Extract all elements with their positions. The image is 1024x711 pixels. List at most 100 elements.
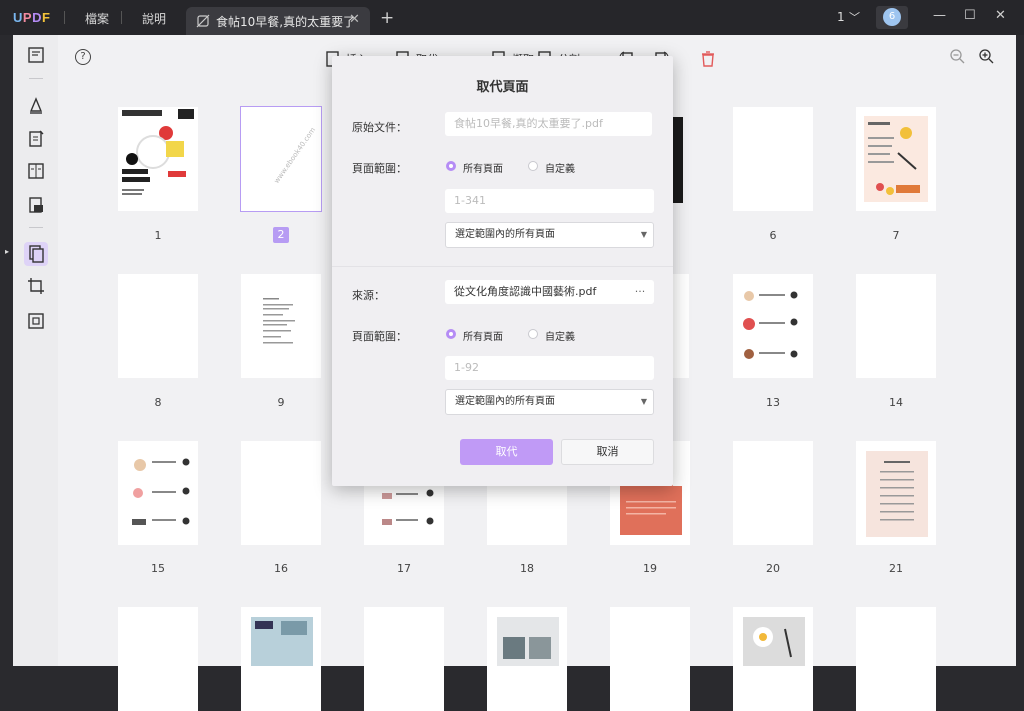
window-border <box>1016 35 1024 666</box>
crop-icon[interactable] <box>26 276 46 296</box>
page-thumbnail[interactable] <box>856 107 936 211</box>
page-thumbnail[interactable] <box>241 607 321 711</box>
page-number: 14 <box>889 396 903 409</box>
form-icon[interactable] <box>26 161 46 181</box>
radio-all-pages-source[interactable] <box>446 329 456 339</box>
menu-file[interactable]: 檔案 <box>85 10 109 27</box>
source-label: 來源： <box>352 289 385 302</box>
page-thumbnail[interactable] <box>733 607 813 711</box>
menu-help[interactable]: 說明 <box>142 10 166 27</box>
radio-custom-original[interactable] <box>528 161 538 171</box>
collapse-sidebar-handle[interactable]: ▸ <box>5 245 13 259</box>
page-thumbnail[interactable] <box>856 607 936 711</box>
page-thumbnail[interactable] <box>487 607 567 711</box>
page-number: 9 <box>277 396 285 409</box>
page-number-selected: 2 <box>273 227 289 243</box>
zoom-out-icon[interactable] <box>949 48 965 64</box>
page-number: 8 <box>154 396 162 409</box>
page-thumbnail[interactable] <box>241 274 321 378</box>
page-thumbnail[interactable] <box>118 107 198 211</box>
svg-text:www.ebook40.com: www.ebook40.com <box>273 126 318 185</box>
title-separator <box>121 11 122 24</box>
page-thumbnail[interactable] <box>241 441 321 545</box>
page-thumbnail-selected[interactable]: www.ebook40.com <box>240 106 322 212</box>
dropdown-arrow-icon: ▼ <box>640 230 647 239</box>
cancel-button[interactable]: 取消 <box>561 439 654 465</box>
account-button[interactable]: 6 <box>876 6 908 29</box>
range-select-original[interactable]: 選定範圍內的所有頁面 ▼ <box>445 222 654 248</box>
breakfast-page-image <box>864 116 928 202</box>
original-file-field: 食帖10早餐,真的太重要了.pdf <box>445 112 652 136</box>
close-window-icon[interactable]: ✕ <box>995 8 1006 23</box>
radio-all-pages-original[interactable] <box>446 161 456 171</box>
chevron-down-icon[interactable]: ﹀ <box>849 9 860 25</box>
page-range-label-source: 頁面範圍： <box>352 330 407 343</box>
ocr-icon[interactable] <box>26 195 46 215</box>
highlighter-icon[interactable] <box>26 95 46 115</box>
sidebar-divider <box>29 227 43 228</box>
source-file-field[interactable]: 從文化角度認識中國藝術.pdf ··· <box>445 280 654 304</box>
photo-article-image <box>497 617 559 666</box>
page-thumbnail[interactable] <box>856 441 936 545</box>
dialog-divider <box>332 266 673 267</box>
delete-page-icon[interactable] <box>699 50 717 68</box>
dropdown-arrow-icon: ▼ <box>640 397 647 406</box>
zoom-in-icon[interactable] <box>978 48 994 64</box>
new-tab-icon[interactable]: + <box>380 8 394 28</box>
edit-text-icon[interactable] <box>26 129 46 149</box>
magazine-cover-image <box>122 109 194 195</box>
organize-pages-icon[interactable] <box>26 244 46 264</box>
page-thumbnail[interactable] <box>733 441 813 545</box>
page-number: 17 <box>397 562 411 575</box>
page-number: 20 <box>766 562 780 575</box>
page-range-input-source[interactable]: 1-92 <box>445 356 654 380</box>
range-select-value: 選定範圍內的所有頁面 <box>455 396 555 407</box>
updf-logo: UPDF <box>13 10 51 25</box>
document-tab[interactable]: 食帖10早餐,真的太重要了 ✕ <box>186 7 370 35</box>
close-tab-icon[interactable]: ✕ <box>349 12 360 27</box>
page-thumbnail[interactable] <box>364 607 444 711</box>
replace-pages-dialog: 取代頁面 原始文件： 食帖10早餐,真的太重要了.pdf 頁面範圍： 所有頁面 … <box>332 56 673 486</box>
document-tab-icon <box>196 14 210 28</box>
maximize-icon[interactable]: ☐ <box>964 8 976 23</box>
replace-button[interactable]: 取代 <box>460 439 553 465</box>
original-file-label: 原始文件： <box>352 121 407 134</box>
sidebar-divider <box>29 78 43 79</box>
page-thumbnail[interactable] <box>118 441 198 545</box>
document-tab-title: 食帖10早餐,真的太重要了 <box>216 15 356 29</box>
radio-custom-label: 自定義 <box>545 332 575 343</box>
page-number: 6 <box>769 229 777 242</box>
radio-all-pages-label: 所有頁面 <box>463 164 503 175</box>
recipe-list-image <box>132 458 190 525</box>
minimize-icon[interactable]: — <box>933 8 946 23</box>
reader-icon[interactable] <box>26 45 46 65</box>
page-number: 13 <box>766 396 780 409</box>
page-number: 1 <box>154 229 162 242</box>
watermark-image: www.ebook40.com <box>273 126 318 185</box>
page-number: 16 <box>274 562 288 575</box>
range-select-source[interactable]: 選定範圍內的所有頁面 ▼ <box>445 389 654 415</box>
page-thumbnail[interactable] <box>733 107 813 211</box>
page-selector[interactable]: 1 <box>837 10 845 24</box>
title-separator <box>64 11 65 24</box>
menu-page-image <box>866 451 928 537</box>
help-icon[interactable]: ? <box>75 49 91 65</box>
page-thumbnail[interactable] <box>610 607 690 711</box>
tools-icon[interactable] <box>26 311 46 331</box>
browse-more-icon[interactable]: ··· <box>630 280 650 304</box>
page-thumbnail[interactable] <box>856 274 936 378</box>
recipe-list-image <box>743 291 798 359</box>
page-thumbnail[interactable] <box>733 274 813 378</box>
radio-custom-source[interactable] <box>528 329 538 339</box>
dialog-title: 取代頁面 <box>476 80 529 95</box>
radio-custom-label: 自定義 <box>545 164 575 175</box>
egg-page-image <box>743 617 805 666</box>
page-number: 19 <box>643 562 657 575</box>
source-file-name: 從文化角度認識中國藝術.pdf <box>454 285 597 298</box>
page-number: 15 <box>151 562 165 575</box>
page-range-input-original[interactable]: 1-341 <box>445 189 654 213</box>
page-thumbnail[interactable] <box>118 274 198 378</box>
text-page-image <box>263 298 295 344</box>
page-number: 21 <box>889 562 903 575</box>
page-thumbnail[interactable] <box>118 607 198 711</box>
